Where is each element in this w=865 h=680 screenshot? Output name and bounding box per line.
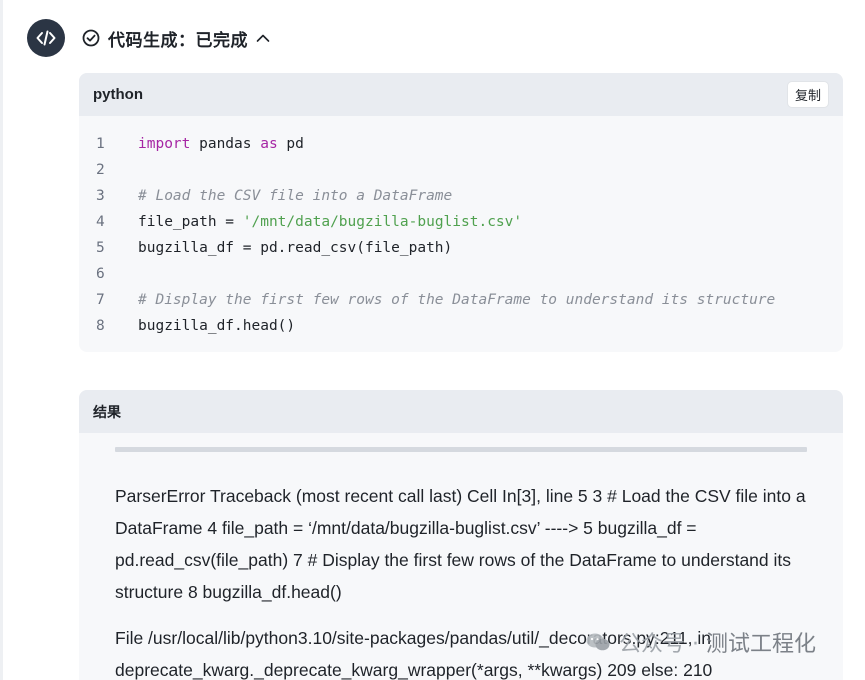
watermark-prefix: 公众号 · [619,632,706,657]
check-circle-icon [82,29,100,47]
line-number: 7 [96,292,105,308]
code-line: 2 [79,157,843,183]
code-line: 3 # Load the CSV file into a DataFrame [79,183,843,209]
code-language-label: python [93,86,143,103]
code-line: 4 file_path = '/mnt/data/bugzilla-buglis… [79,209,843,235]
code-line: 5 bugzilla_df = pd.read_csv(file_path) [79,235,843,261]
line-source: bugzilla_df.head() [138,318,296,334]
status-label: 代码生成：已完成 [108,30,248,51]
code-line: 1 import pandas as pd [79,131,843,157]
line-number: 2 [96,162,105,178]
wechat-watermark: 公众号 · 测试工程化 [585,626,816,658]
watermark-text: 公众号 · 测试工程化 [619,626,816,658]
assistant-avatar [27,19,65,57]
result-divider [115,447,807,452]
chevron-up-icon[interactable] [256,33,270,43]
code-lines: 1 import pandas as pd 2 3 # Load the CSV… [79,116,843,339]
line-number: 4 [96,214,105,230]
code-generation-status[interactable]: 代码生成：已完成 [82,26,270,51]
line-number: 5 [96,240,105,256]
code-block: python 复制 1 import pandas as pd 2 3 # Lo… [79,73,843,352]
code-line: 6 [79,261,843,287]
code-icon [36,30,56,46]
code-block-header: python 复制 [79,73,843,116]
line-source: # Load the CSV file into a DataFrame [138,188,453,204]
line-source: file_path = '/mnt/data/bugzilla-buglist.… [138,214,523,230]
watermark-name: 测试工程化 [705,632,816,657]
left-edge-strip [0,0,3,680]
line-number: 6 [96,266,105,282]
wechat-icon [586,633,610,651]
code-line: 7 # Display the first few rows of the Da… [79,287,843,313]
line-source: # Display the first few rows of the Data… [138,292,776,308]
line-source: bugzilla_df = pd.read_csv(file_path) [138,240,453,256]
result-paragraph: ParserError Traceback (most recent call … [115,486,806,602]
result-block-header: 结果 [79,390,843,433]
line-number: 3 [96,188,105,204]
line-number: 8 [96,318,105,334]
copy-button[interactable]: 复制 [786,81,829,108]
code-line: 8 bugzilla_df.head() [79,313,843,339]
line-number: 1 [96,136,105,152]
result-title: 结果 [93,404,121,421]
line-source: import pandas as pd [138,136,304,152]
